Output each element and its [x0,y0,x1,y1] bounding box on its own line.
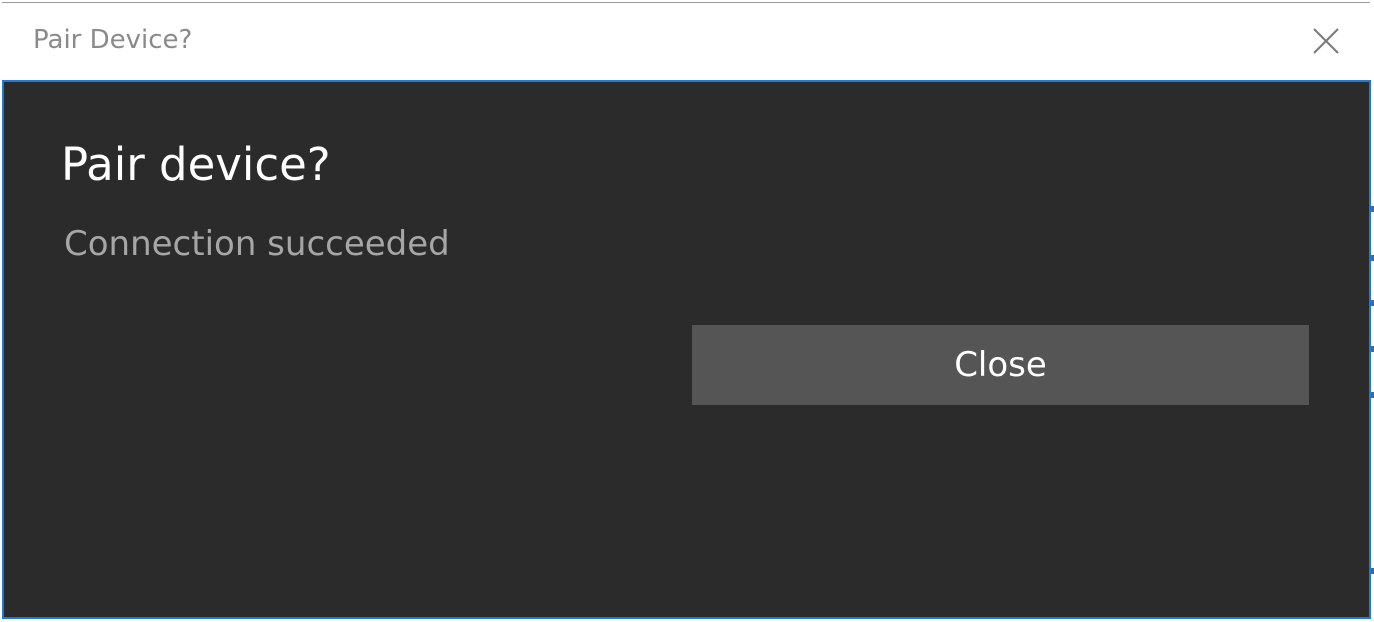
dialog-content: Pair device? Connection succeeded Close [2,80,1371,619]
close-button[interactable]: Close [692,325,1309,405]
pair-device-window: Pair Device? Pair device? Connection suc… [0,0,1374,622]
window-title: Pair Device? [33,25,193,55]
status-message: Connection succeeded [64,224,450,264]
title-bar[interactable]: Pair Device? [2,2,1370,80]
close-icon[interactable] [1308,23,1344,59]
close-button-label: Close [954,345,1047,385]
dialog-heading: Pair device? [61,138,331,191]
